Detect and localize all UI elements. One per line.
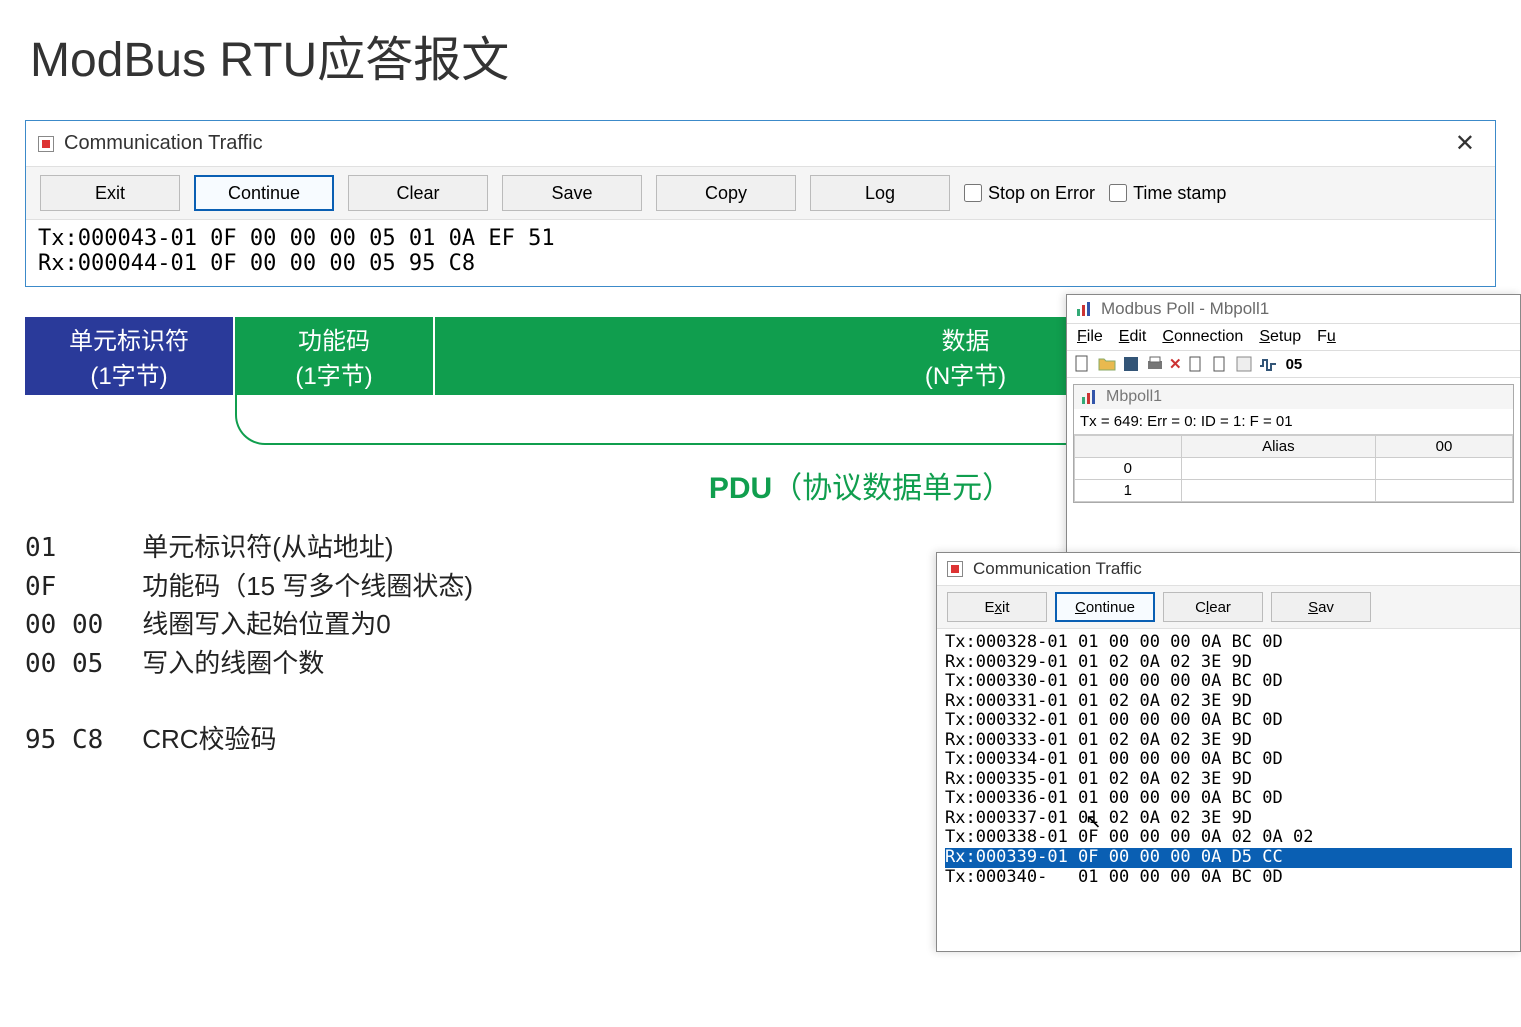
menu-setup: Setup [1259, 328, 1301, 346]
window-titlebar: Communication Traffic ✕ [26, 121, 1495, 166]
tool-05[interactable]: 05 [1286, 356, 1303, 373]
pdu-function-code-cell: 功能码(1字节) [235, 317, 435, 395]
cursor-icon: ↖ [1085, 809, 1102, 834]
copy-button[interactable]: Copy [656, 175, 796, 211]
delete-icon[interactable]: ✕ [1169, 355, 1182, 373]
save-icon[interactable] [1121, 354, 1141, 374]
mbpoll-titlebar: Modbus Poll - Mbpoll1 [1067, 295, 1520, 324]
modbus-poll-window: Modbus Poll - Mbpoll1 File Edit Connecti… [1066, 294, 1521, 554]
doc-icon[interactable] [1186, 354, 1206, 374]
menu-file: File [1077, 328, 1103, 346]
mbpoll-app-icon [1075, 300, 1093, 318]
window2-titlebar: Communication Traffic [937, 553, 1520, 585]
close-icon[interactable]: ✕ [1447, 129, 1483, 158]
pulse-icon[interactable] [1258, 354, 1278, 374]
traffic-log-2: Tx:000328-01 01 00 00 00 0A BC 0DRx:0003… [937, 629, 1520, 891]
menu-functions: Fu [1317, 328, 1336, 346]
save-button[interactable]: Save [502, 175, 642, 211]
stop-on-error-checkbox[interactable]: Stop on Error [964, 183, 1095, 204]
settings-icon[interactable] [1234, 354, 1254, 374]
save-button[interactable]: Sav [1271, 592, 1371, 622]
continue-button[interactable]: Continue [194, 175, 334, 211]
mbpoll-document: Mbpoll1 Tx = 649: Err = 0: ID = 1: F = 0… [1073, 384, 1514, 503]
menu-connection: Connection [1162, 328, 1243, 346]
window-icon [947, 561, 963, 577]
print-icon[interactable] [1145, 354, 1165, 374]
mbpoll-doc-icon [1080, 388, 1098, 406]
open-icon[interactable] [1097, 354, 1117, 374]
mbpoll-toolbar[interactable]: ✕ 05 [1067, 351, 1520, 378]
mbpoll-grid[interactable]: Alias00 0 1 [1074, 435, 1513, 502]
doc2-icon[interactable] [1210, 354, 1230, 374]
mbpoll-status: Tx = 649: Err = 0: ID = 1: F = 01 [1074, 409, 1513, 435]
communication-traffic-window-2: Communication Traffic Exit Continue Clea… [936, 552, 1521, 952]
toolbar: Exit Continue Clear Save Copy Log Stop o… [26, 166, 1495, 220]
menu-edit: Edit [1119, 328, 1147, 346]
continue-button[interactable]: Continue [1055, 592, 1155, 622]
time-stamp-checkbox[interactable]: Time stamp [1109, 183, 1226, 204]
log-button[interactable]: Log [810, 175, 950, 211]
traffic-log: Tx:000043-01 0F 00 00 00 05 01 0A EF 51 … [26, 220, 1495, 286]
pdu-unit-id-cell: 单元标识符(1字节) [25, 317, 235, 395]
new-icon[interactable] [1073, 354, 1093, 374]
window-icon [38, 136, 54, 152]
communication-traffic-window: Communication Traffic ✕ Exit Continue Cl… [25, 120, 1496, 287]
window-title: Communication Traffic [64, 132, 263, 155]
page-title: ModBus RTU应答报文 [0, 0, 1521, 100]
clear-button[interactable]: Clear [1163, 592, 1263, 622]
clear-button[interactable]: Clear [348, 175, 488, 211]
mbpoll-menubar[interactable]: File Edit Connection Setup Fu [1067, 324, 1520, 351]
exit-button[interactable]: Exit [40, 175, 180, 211]
exit-button[interactable]: Exit [947, 592, 1047, 622]
